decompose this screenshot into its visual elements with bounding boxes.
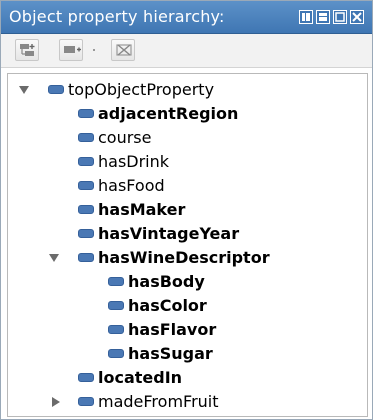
- window-controls: [299, 10, 364, 24]
- tree-row-hasVintageYear[interactable]: hasVintageYear: [8, 222, 363, 246]
- property-tree[interactable]: topObjectProperty adjacentRegion course …: [7, 73, 368, 417]
- maximize-icon[interactable]: [333, 10, 347, 24]
- tree-row-hasMaker[interactable]: hasMaker: [8, 198, 363, 222]
- add-subproperty-button[interactable]: [15, 39, 39, 61]
- tree-row-hasWineDescriptor[interactable]: hasWineDescriptor: [8, 246, 363, 270]
- tree-row-hasFlavor[interactable]: hasFlavor: [8, 318, 363, 342]
- tree-row-hasFood[interactable]: hasFood: [8, 174, 363, 198]
- tree-row-hasSugar[interactable]: hasSugar: [8, 342, 363, 366]
- property-label: hasVintageYear: [98, 224, 240, 243]
- property-icon: [78, 181, 94, 190]
- property-icon: [78, 373, 94, 382]
- delete-property-button[interactable]: [111, 39, 135, 61]
- property-icon: [108, 325, 124, 334]
- tree-row-topObjectProperty[interactable]: topObjectProperty: [8, 78, 363, 102]
- tree-row-hasDrink[interactable]: hasDrink: [8, 150, 363, 174]
- panel-title-bar[interactable]: Object property hierarchy:: [1, 1, 372, 34]
- property-icon: [78, 133, 94, 142]
- toolbar-separator: [93, 49, 95, 51]
- property-label: hasColor: [128, 296, 207, 315]
- expanded-triangle-icon[interactable]: [48, 252, 60, 264]
- restore-icon[interactable]: [299, 10, 313, 24]
- object-property-hierarchy-panel: Object property hierarchy: topObjectProp…: [0, 0, 373, 420]
- property-icon: [108, 277, 124, 286]
- tree-row-course[interactable]: course: [8, 126, 363, 150]
- tree-row-hasColor[interactable]: hasColor: [8, 294, 363, 318]
- property-icon: [78, 157, 94, 166]
- property-icon: [78, 229, 94, 238]
- property-icon: [78, 253, 94, 262]
- property-label: hasWineDescriptor: [98, 248, 270, 267]
- property-label: locatedIn: [98, 368, 183, 387]
- property-label: madeFromFruit: [98, 392, 219, 411]
- property-label: hasFood: [98, 176, 165, 195]
- property-icon: [78, 109, 94, 118]
- tree-row-hasBody[interactable]: hasBody: [8, 270, 363, 294]
- property-icon: [78, 205, 94, 214]
- collapsed-triangle-icon[interactable]: [50, 396, 62, 408]
- property-label: hasDrink: [98, 152, 170, 171]
- hierarchy-toolbar: [1, 34, 372, 68]
- property-label: course: [98, 128, 152, 147]
- property-label: topObjectProperty: [68, 80, 215, 99]
- property-label: hasMaker: [98, 200, 186, 219]
- expanded-triangle-icon[interactable]: [18, 84, 30, 96]
- property-label: hasFlavor: [128, 320, 217, 339]
- property-icon: [78, 397, 94, 406]
- property-icon: [108, 301, 124, 310]
- add-sibling-property-button[interactable]: [59, 39, 83, 61]
- property-icon: [48, 85, 64, 94]
- property-icon: [108, 349, 124, 358]
- panel-title: Object property hierarchy:: [9, 7, 225, 26]
- property-label: adjacentRegion: [98, 104, 239, 123]
- split-icon[interactable]: [316, 10, 330, 24]
- tree-row-adjacentRegion[interactable]: adjacentRegion: [8, 102, 363, 126]
- close-icon[interactable]: [350, 10, 364, 24]
- tree-row-madeFromFruit[interactable]: madeFromFruit: [8, 390, 363, 414]
- property-label: hasSugar: [128, 344, 213, 363]
- tree-row-locatedIn[interactable]: locatedIn: [8, 366, 363, 390]
- property-label: hasBody: [128, 272, 205, 291]
